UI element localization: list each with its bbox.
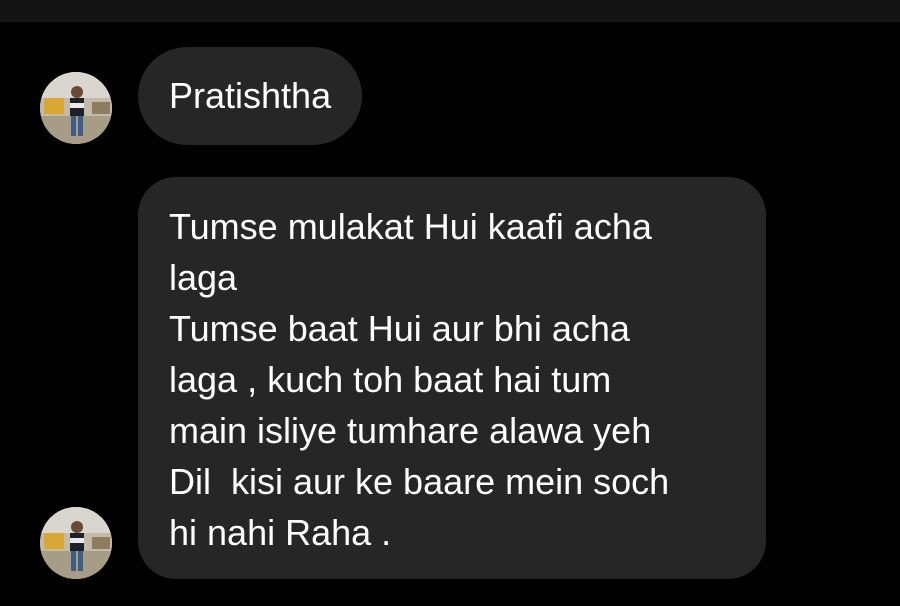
- person-photo-icon: [40, 72, 112, 144]
- message-line: main isliye tumhare alawa yeh: [169, 410, 652, 451]
- message-line: Dil kisi aur ke baare mein soch: [169, 461, 670, 502]
- person-photo-icon: [40, 507, 112, 579]
- message-line: laga , kuch toh baat hai tum: [169, 359, 612, 400]
- message-text: Pratishtha: [169, 75, 332, 116]
- sender-avatar[interactable]: [40, 507, 112, 579]
- sender-avatar[interactable]: [40, 72, 112, 144]
- message-bubble-name[interactable]: Pratishtha: [138, 47, 363, 145]
- message-line: Tumse mulakat Hui kaafi acha: [169, 206, 652, 247]
- message-line: Tumse baat Hui aur bhi acha: [169, 308, 630, 349]
- message-line: hi nahi Raha .: [169, 512, 392, 553]
- top-status-strip: [0, 0, 900, 22]
- message-bubble-long[interactable]: Tumse mulakat Hui kaafi acha laga Tumse …: [138, 177, 766, 579]
- message-line: laga: [169, 257, 238, 298]
